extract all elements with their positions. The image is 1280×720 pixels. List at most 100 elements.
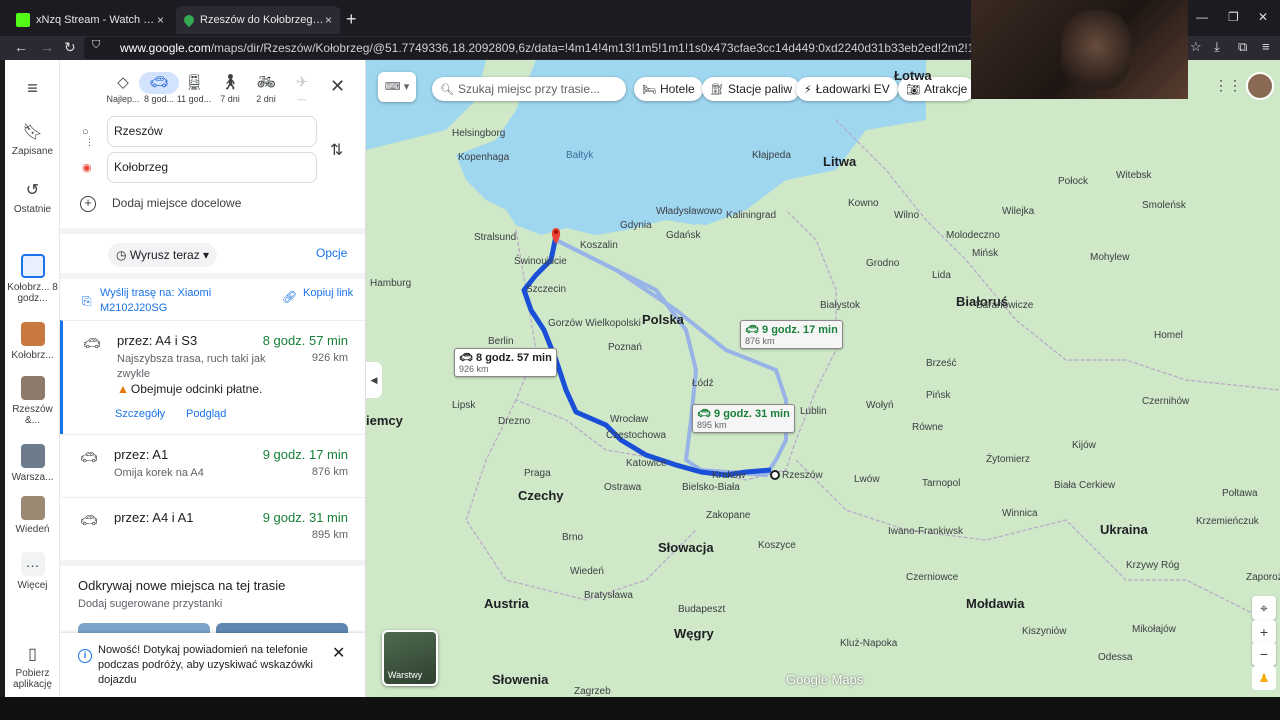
city-label: Budapeszt [678,604,726,615]
copy-link-button[interactable]: Kopiuj link [303,286,363,301]
download-icon[interactable]: ⤓ [1214,39,1220,55]
car-icon: 🚗︎ [697,408,715,420]
mode-bike[interactable]: 🚲︎ 2 dni [246,72,286,104]
layers-button[interactable]: Warstwy [382,630,438,686]
mode-car[interactable]: 🚗︎ 8 god... [139,72,179,104]
hamburger-menu[interactable]: ≡ [5,78,60,103]
phone-icon: ▯ [28,646,37,663]
rail-item-label: Wiedeń [15,524,50,535]
rail-recent-item[interactable]: Kołobrz... [5,322,60,361]
swap-icon[interactable]: ⇅ [330,140,343,160]
city-label: Lwów [854,474,880,485]
mode-transit[interactable]: 🚆︎ 11 god... [174,72,214,104]
rail-recent[interactable]: ↺ Ostatnie [5,180,60,215]
rail-recent-item[interactable]: Kołobrz... 8 godz... [5,254,60,304]
transit-icon: 🚆︎ [184,74,204,91]
city-label: Iwano-Frankiwsk [888,526,964,537]
mode-walk[interactable]: 🚶︎ 7 dni [210,72,250,104]
chip-hotels[interactable]: 🛏︎ Hotele [634,77,703,101]
route-callout-time-text: 9 godz. 17 min [762,324,838,336]
my-location-button[interactable]: ⌖ [1252,596,1276,620]
route-search-input[interactable]: 🔍︎ Szukaj miejsc przy trasie... [432,77,626,101]
route-distance: 926 km [311,352,348,364]
car-icon: 🚗︎ [80,512,98,528]
route-time: 8 godz. 57 min [262,333,348,348]
divider [60,560,365,566]
chip-gas[interactable]: ⛽︎ Stacje paliw [702,77,800,101]
divider [60,228,365,234]
keyboard-toggle[interactable]: ⌨ ▾ [378,72,416,102]
route-time: 9 godz. 17 min [262,447,348,462]
city-label: Bielsko-Biała [682,482,740,493]
close-window-icon[interactable]: ✕ [1258,10,1268,24]
route-preview-link[interactable]: Podgląd [186,408,226,420]
route-callout-alt[interactable]: 🚗︎ 9 godz. 17 min 876 km [740,320,843,349]
depart-time-dropdown[interactable]: ◷ Wyrusz teraz ▾ [108,243,218,267]
close-directions-icon[interactable]: ✕ [330,76,345,97]
suggestion-card[interactable] [216,623,348,633]
rail-more[interactable]: … Więcej [5,552,60,591]
destination-pin-icon: ◉ [82,162,92,174]
mode-best[interactable]: ◇ Najlep... [103,72,143,104]
city-label: Zagrzeb [574,686,611,697]
origin-input[interactable]: Rzeszów [107,116,317,147]
zoom-out-button[interactable]: − [1252,642,1276,666]
suggestion-card[interactable] [78,623,210,633]
tab-stream[interactable]: xNzq Stream - Watch Live o × [8,6,172,34]
rail-recent-item[interactable]: Warsza... [5,444,60,483]
route-option[interactable]: 🚗︎ przez: A4 i A1 9 godz. 31 min 895 km [60,497,365,560]
city-label: Bratysława [584,590,633,601]
city-label: Brno [562,532,584,543]
tab-maps[interactable]: Rzeszów do Kołobrzeg – Mapy G × [176,6,340,34]
options-link[interactable]: Opcje [316,246,347,260]
zoom-in-button[interactable]: + [1252,620,1276,644]
maximize-icon[interactable]: ❐ [1228,10,1239,24]
close-notification-icon[interactable]: ✕ [332,643,345,663]
maps-rail: ≡ 🔖︎ Zapisane ↺ Ostatnie Kołobrz... 8 go… [5,60,60,697]
rail-saved[interactable]: 🔖︎ Zapisane [5,122,60,157]
route-details-link[interactable]: Szczegóły [115,408,165,420]
chip-ev[interactable]: ⚡︎ Ładowarki EV [796,77,898,101]
close-tab-icon[interactable]: × [157,13,164,27]
new-tab-icon[interactable]: + [346,9,357,30]
route-callout-alt[interactable]: 🚗︎ 9 godz. 31 min 895 km [692,404,795,433]
route-option[interactable]: 🚗︎ przez: A1 9 godz. 17 min 876 km Omija… [60,434,365,497]
collapse-panel-button[interactable]: ◀ [366,362,382,398]
close-tab-icon[interactable]: × [325,13,332,27]
forward-icon[interactable]: → [40,39,54,55]
mode-label: Najlep... [106,94,140,104]
add-destination-button[interactable]: + Dodaj miejsce docelowe [80,196,241,212]
minimize-icon[interactable]: — [1196,10,1208,24]
route-callout-best[interactable]: 🚗︎ 8 godz. 57 min 926 km [454,348,557,377]
destination-input[interactable]: Kołobrzeg [107,152,317,183]
car-icon: 🚗︎ [459,352,477,364]
route-callout-distance: 926 km [459,364,489,374]
hotel-icon: 🛏︎ [642,84,656,96]
mode-flight[interactable]: ✈ — [282,72,322,104]
shield-icon[interactable]: ⛉ [92,39,100,52]
rail-recent-item[interactable]: Wiedeń [5,496,60,535]
city-label: Biała Cerkiew [1054,480,1116,491]
apps-grid-icon[interactable]: ⋮⋮ [1214,77,1242,94]
toll-warning: ▲ Obejmuje odcinki płatne. [117,382,262,396]
back-icon[interactable]: ← [14,39,28,55]
extensions-icon[interactable]: ⧉ [1238,39,1247,55]
city-label: Koszyce [758,540,796,551]
send-to-phone-link[interactable]: Wyślij trasę na: Xiaomi M2102J20SG [100,286,240,316]
country-label: Słowenia [492,672,549,687]
city-label: Świnoujście [514,256,567,267]
menu-icon[interactable]: ≡ [1262,39,1270,54]
country-label: Polska [642,312,684,327]
city-label: Czernihów [1142,396,1190,407]
bookmark-star-icon[interactable]: ☆ [1190,39,1202,55]
map-canvas[interactable]: ⌨ ▾ 🔍︎ Szukaj miejsc przy trasie... 🛏︎ Hot… [366,60,1280,697]
street-view-pegman[interactable]: ♟ [1252,666,1276,690]
rail-download-app[interactable]: ▯ Pobierz aplikację [5,644,60,690]
origin-marker [770,470,780,480]
city-label: Wiedeń [570,566,604,577]
rail-recent-item[interactable]: Rzeszów &... [5,376,60,426]
reload-icon[interactable]: ↻ [64,39,76,56]
avatar[interactable] [1246,72,1274,100]
city-label: Baranowicze [976,300,1034,311]
route-option[interactable]: 🚗︎ przez: A4 i S3 8 godz. 57 min 926 km … [60,320,365,434]
